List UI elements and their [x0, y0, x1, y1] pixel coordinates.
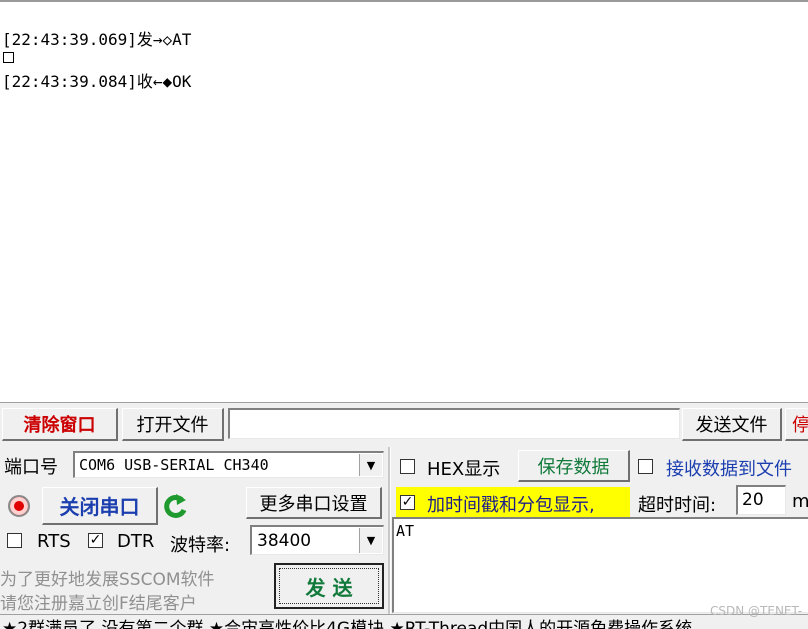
save-data-button[interactable]: 保存数据: [518, 450, 630, 482]
send-text-value: AT: [396, 522, 415, 540]
hex-display-label: HEX显示: [427, 459, 501, 480]
send-file-button[interactable]: 发送文件: [682, 408, 782, 441]
receive-area[interactable]: [22:43:39.069]发→◇AT [22:43:39.084]收←◆OK: [0, 0, 808, 402]
recv-to-file-checkbox[interactable]: [638, 459, 653, 474]
timeout-input[interactable]: 20: [736, 485, 786, 515]
port-select[interactable]: COM6 USB-SERIAL CH340 ▼: [73, 451, 384, 478]
send-text-area[interactable]: AT: [392, 517, 808, 613]
dtr-checkbox[interactable]: ✓: [88, 533, 103, 548]
send-button[interactable]: 发 送: [274, 563, 384, 609]
watermark: CSDN @TENET-: [710, 604, 803, 618]
more-port-settings-button[interactable]: 更多串口设置: [246, 487, 382, 519]
close-port-button[interactable]: 关闭串口: [42, 487, 158, 525]
timestamp-label: 加时间戳和分包显示,: [427, 495, 595, 516]
chevron-down-icon[interactable]: ▼: [359, 528, 382, 553]
chevron-down-icon[interactable]: ▼: [359, 454, 382, 476]
baud-select-value: 38400: [257, 531, 312, 551]
port-status-indicator-icon: [8, 495, 30, 517]
log-line-received: [22:43:39.084]收←◆OK: [2, 72, 192, 91]
port-label: 端口号: [4, 457, 58, 478]
send-button-label: 发 送: [279, 568, 379, 604]
baud-select[interactable]: 38400 ▼: [250, 525, 384, 555]
timestamp-checkbox[interactable]: ✓: [400, 495, 415, 510]
timeout-input-value: 20: [742, 490, 764, 510]
clear-window-button[interactable]: 清除窗口: [2, 408, 118, 441]
file-path-input[interactable]: [228, 408, 680, 439]
column-divider: [388, 447, 391, 617]
log-line-sent: [22:43:39.069]发→◇AT: [2, 30, 192, 49]
promo-line-2[interactable]: 请您注册嘉立创F结尾客户: [0, 589, 197, 614]
recv-to-file-label: 接收数据到文件: [666, 459, 792, 480]
dtr-label: DTR: [117, 531, 155, 552]
port-select-value: COM6 USB-SERIAL CH340: [79, 456, 269, 474]
timeout-label: 超时时间:: [638, 495, 717, 516]
hex-display-checkbox[interactable]: [400, 459, 415, 474]
refresh-icon[interactable]: [162, 491, 190, 521]
baud-label: 波特率:: [170, 535, 231, 556]
line-break-glyph-icon: [3, 52, 14, 63]
stop-button[interactable]: 停: [785, 408, 808, 441]
control-panel: 清除窗口 打开文件 发送文件 停 端口号 COM6 USB-SERIAL CH3…: [0, 402, 808, 629]
rts-checkbox[interactable]: [7, 533, 22, 548]
rts-label: RTS: [37, 531, 71, 552]
open-file-button[interactable]: 打开文件: [122, 408, 224, 441]
promo-line-1[interactable]: 为了更好地发展SSCOM软件: [0, 565, 215, 590]
timeout-unit: ms: [792, 491, 808, 512]
